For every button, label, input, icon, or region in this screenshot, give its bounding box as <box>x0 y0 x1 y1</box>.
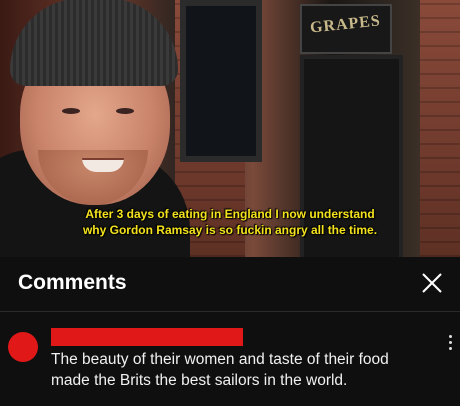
comments-title: Comments <box>18 271 127 294</box>
caption-line-2: why Gordon Ramsay is so fuckin angry all… <box>82 223 378 237</box>
video-frame[interactable]: GRAPES After 3 days of eating in England… <box>0 0 460 257</box>
comment-text: The beauty of their women and taste of t… <box>51 349 441 391</box>
avatar[interactable] <box>8 332 38 362</box>
comments-header: Comments <box>0 257 460 312</box>
storefront-window <box>180 0 262 162</box>
close-icon[interactable] <box>418 269 446 297</box>
comment-line-2: made the Brits the best sailors in the w… <box>51 372 348 389</box>
pub-sign: GRAPES <box>300 4 392 54</box>
comment-line-1: The beauty of their women and taste of t… <box>51 351 389 368</box>
left-eye <box>62 108 80 114</box>
caption-line-1: After 3 days of eating in England I now … <box>85 207 375 221</box>
comments-panel: Comments The beauty of their women and t… <box>0 257 460 406</box>
right-eye <box>116 108 134 114</box>
more-options-icon[interactable] <box>444 333 456 355</box>
pub-sign-text: GRAPES <box>309 12 382 37</box>
beanie <box>10 0 178 86</box>
redacted-username <box>51 328 243 346</box>
